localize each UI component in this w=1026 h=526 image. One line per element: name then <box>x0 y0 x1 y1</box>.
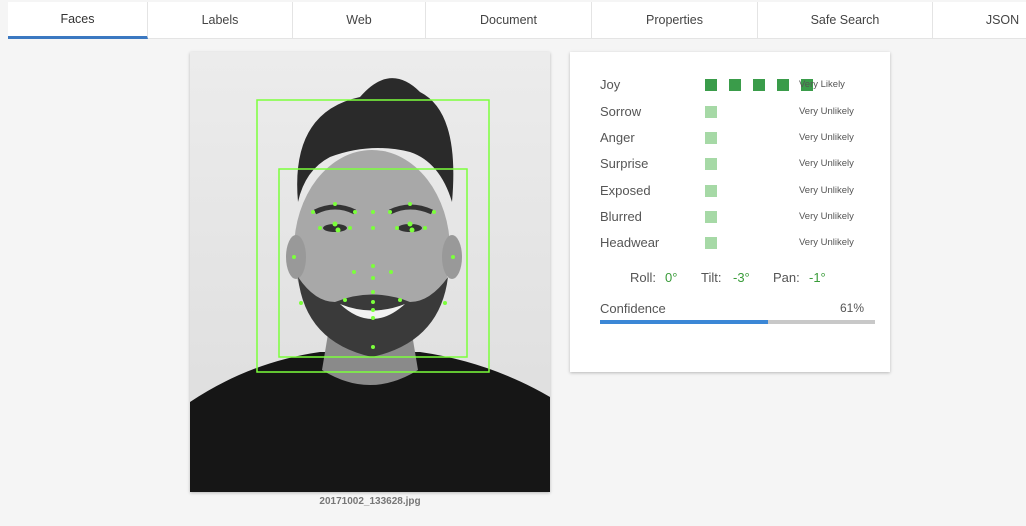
likelihood-text: Very Unlikely <box>799 106 854 117</box>
confidence-bar <box>600 320 875 324</box>
likelihood-square <box>705 106 717 118</box>
roll-value: 0° <box>665 270 678 285</box>
analyzed-photo <box>190 52 550 492</box>
emotion-label: Blurred <box>600 209 642 224</box>
emotion-row-joy: Joy Very Likely <box>600 76 870 94</box>
emotion-label: Joy <box>600 77 621 92</box>
emotion-row-anger: Anger Very Unlikely <box>600 129 870 147</box>
emotion-label: Sorrow <box>600 104 642 119</box>
likelihood-square <box>729 79 741 91</box>
likelihood-text: Very Unlikely <box>799 211 854 222</box>
confidence-value: 61% <box>839 301 864 315</box>
likelihood-text: Very Likely <box>799 79 845 90</box>
emotion-label: Surprise <box>600 156 649 171</box>
tilt-value: -3° <box>733 270 750 285</box>
emotion-row-surprise: Surprise Very Unlikely <box>600 155 870 173</box>
likelihood-square <box>705 132 717 144</box>
emotion-row-headwear: Headwear Very Unlikely <box>600 234 870 252</box>
likelihood-square <box>705 237 717 249</box>
tab-web[interactable]: Web <box>293 2 426 39</box>
tab-json[interactable]: JSON <box>933 2 1026 39</box>
head-angles: Roll: 0° Tilt: -3° Pan: -1° <box>570 269 890 287</box>
emotion-label: Exposed <box>600 183 651 198</box>
emotion-label: Headwear <box>600 235 660 250</box>
likelihood-square <box>705 211 717 223</box>
emotion-row-blurred: Blurred Very Unlikely <box>600 208 870 226</box>
pan-value: -1° <box>809 270 826 285</box>
emotion-row-sorrow: Sorrow Very Unlikely <box>600 103 870 121</box>
pan-label: Pan: <box>773 270 800 285</box>
image-filename: 20171002_133628.jpg <box>319 496 421 507</box>
confidence-bar-fill <box>600 320 768 324</box>
tilt-label: Tilt: <box>701 270 722 285</box>
face-photo-drawing <box>190 52 550 492</box>
tab-safe-search[interactable]: Safe Search <box>758 2 933 39</box>
emotion-row-exposed: Exposed Very Unlikely <box>600 182 870 200</box>
tab-faces[interactable]: Faces <box>8 2 148 39</box>
face-details-card: Joy Very Likely Sorrow Very Unlikely Ang… <box>570 52 890 372</box>
tab-bar: Faces Labels Web Document Properties Saf… <box>0 0 1026 39</box>
likelihood-square <box>705 79 717 91</box>
likelihood-square <box>705 158 717 170</box>
confidence-label: Confidence <box>600 301 666 316</box>
likelihood-text: Very Unlikely <box>799 237 854 248</box>
likelihood-square <box>777 79 789 91</box>
likelihood-square <box>705 185 717 197</box>
tab-document[interactable]: Document <box>426 2 592 39</box>
likelihood-text: Very Unlikely <box>799 185 854 196</box>
tab-labels[interactable]: Labels <box>148 2 293 39</box>
likelihood-text: Very Unlikely <box>799 158 854 169</box>
likelihood-square <box>753 79 765 91</box>
tab-properties[interactable]: Properties <box>592 2 758 39</box>
likelihood-text: Very Unlikely <box>799 132 854 143</box>
roll-label: Roll: <box>630 270 657 285</box>
emotion-label: Anger <box>600 130 635 145</box>
